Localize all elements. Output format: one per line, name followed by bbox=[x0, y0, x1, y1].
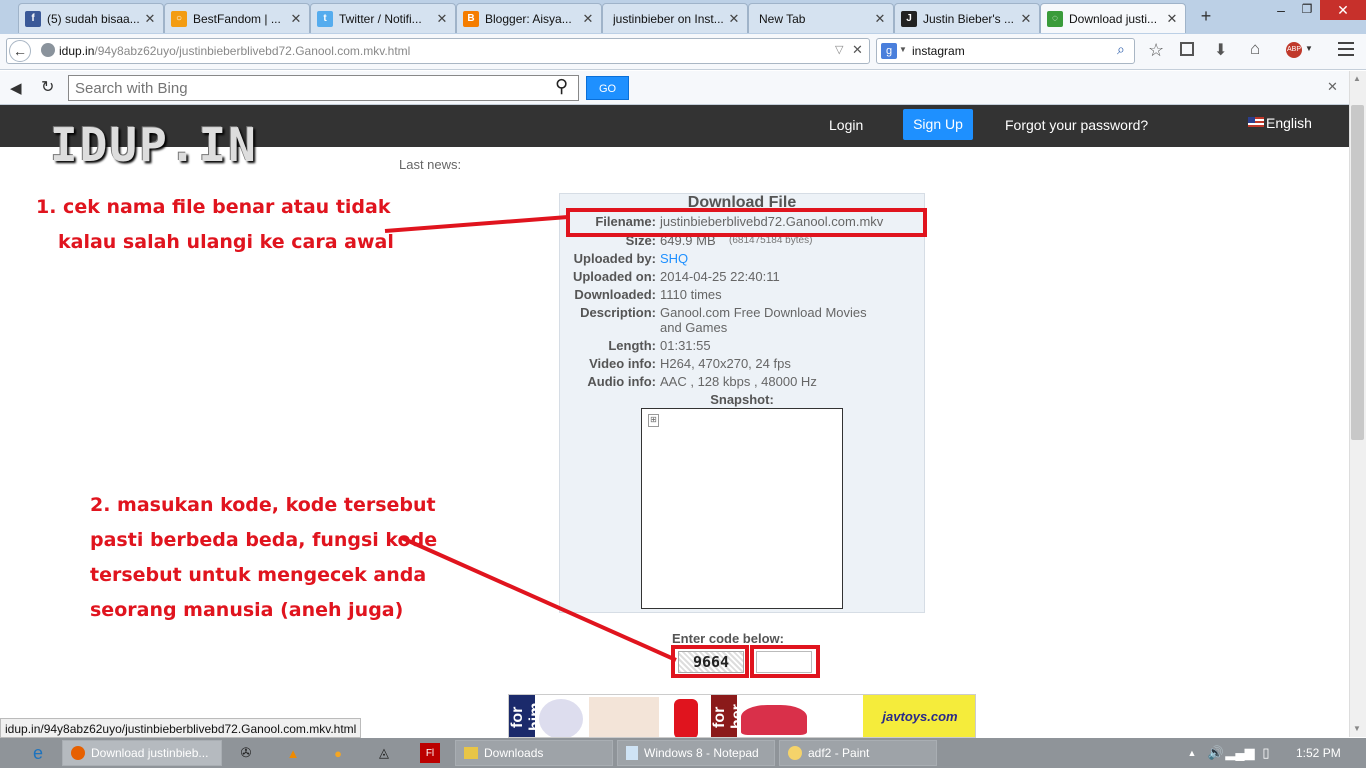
taskbar-item-downloads[interactable]: Downloads bbox=[455, 740, 613, 766]
ad-banner[interactable]: for him for her javtoys.com bbox=[508, 694, 976, 738]
paint-icon bbox=[788, 746, 802, 760]
ad-product-egg bbox=[539, 699, 583, 737]
taskbar-item-firefox-label: Download justinbieb... bbox=[91, 746, 209, 760]
network-icon[interactable]: ▂▄▆ bbox=[1225, 743, 1254, 763]
ad-product-cup bbox=[674, 699, 698, 737]
taskbar-item-paint-label: adf2 - Paint bbox=[808, 746, 870, 760]
annotation-arrows bbox=[384, 215, 677, 662]
taskbar-item-notepad[interactable]: Windows 8 - Notepad bbox=[617, 740, 775, 766]
annotation-1-line-1: 1. cek nama file benar atau tidak bbox=[36, 196, 391, 218]
annotation-2-line-3: tersebut untuk mengecek anda bbox=[90, 564, 427, 586]
ad-for-her: for her bbox=[711, 695, 746, 737]
notepad-icon bbox=[626, 746, 638, 760]
arrow-line-1 bbox=[384, 215, 569, 233]
app-icon-3[interactable]: ◬ bbox=[374, 743, 394, 763]
tray-arrow-icon[interactable]: ▲ bbox=[1182, 743, 1202, 763]
firefox-icon bbox=[71, 746, 85, 760]
volume-icon[interactable]: 🔊 bbox=[1206, 743, 1226, 763]
folder-icon bbox=[464, 747, 478, 759]
taskbar-item-notepad-label: Windows 8 - Notepad bbox=[644, 746, 759, 760]
status-bar-url: idup.in/94y8abz62uyo/justinbieberblivebd… bbox=[0, 718, 362, 738]
taskbar-item-firefox[interactable]: Download justinbieb... bbox=[62, 740, 222, 766]
taskbar-item-downloads-label: Downloads bbox=[484, 746, 544, 760]
clock[interactable]: 1:52 PM bbox=[1296, 746, 1341, 760]
annotation-2-line-1: 2. masukan kode, kode tersebut bbox=[90, 494, 436, 516]
ie-icon[interactable]: e bbox=[28, 743, 48, 763]
ad-brand: javtoys.com bbox=[863, 695, 975, 737]
vlc-icon[interactable]: ▲ bbox=[283, 743, 303, 763]
taskbar-item-paint[interactable]: adf2 - Paint bbox=[779, 740, 937, 766]
battery-icon[interactable]: ▯ bbox=[1256, 743, 1276, 763]
app-icon-2[interactable]: ● bbox=[328, 743, 348, 763]
annotation-1-line-2: kalau salah ulangi ke cara awal bbox=[58, 231, 394, 253]
flash-icon[interactable]: Fl bbox=[420, 743, 440, 763]
ad-for-him: for him bbox=[509, 695, 544, 737]
arrow-line-2 bbox=[401, 536, 677, 662]
annotation-2-line-2: pasti berbeda beda, fungsi kode bbox=[90, 529, 438, 551]
ad-product-3 bbox=[741, 705, 807, 735]
app-icon-1[interactable]: ✇ bbox=[236, 743, 256, 763]
annotation-2-line-4: seorang manusia (aneh juga) bbox=[90, 599, 404, 621]
ad-product-2 bbox=[589, 697, 659, 737]
